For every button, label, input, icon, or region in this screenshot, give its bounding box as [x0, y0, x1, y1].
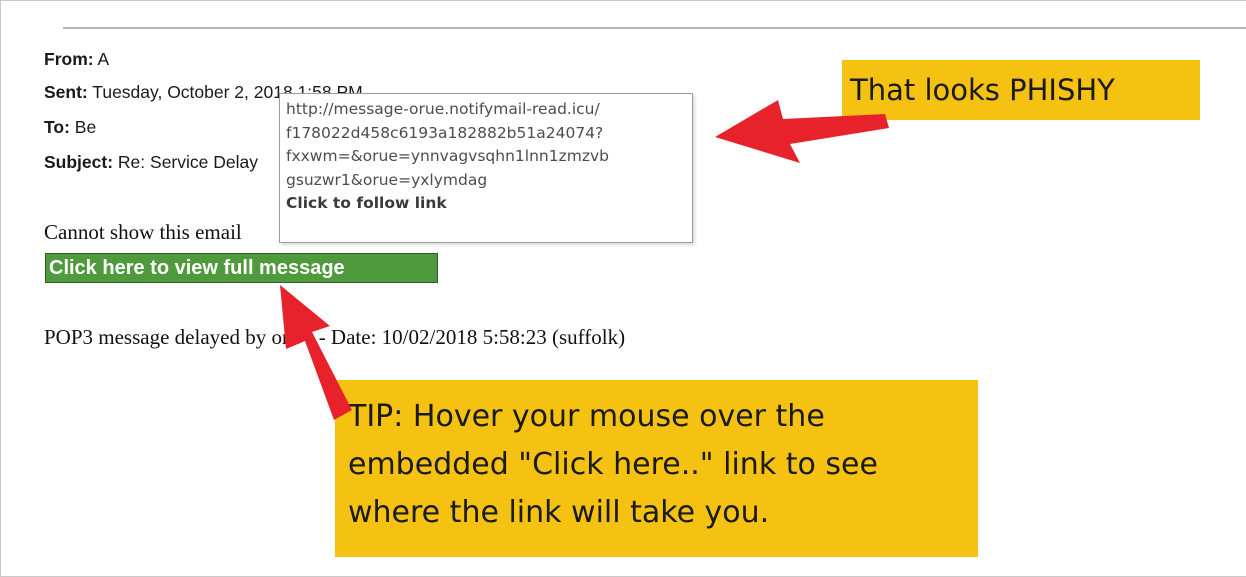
- sent-label: Sent:: [44, 82, 88, 102]
- tip-line: where the link will take you.: [348, 495, 770, 530]
- subject-label: Subject:: [44, 152, 114, 172]
- tip-line: TIP: Hover your mouse over the: [348, 399, 825, 434]
- tooltip-url-line: gsuzwr1&orue=yxlymdag: [286, 170, 488, 189]
- tooltip-follow-link[interactable]: Click to follow link: [286, 192, 686, 216]
- phishy-callout: That looks PHISHY: [842, 60, 1200, 120]
- tooltip-url-line: fxxwm=&orue=ynnvagvsqhn1lnn1zmzvb: [286, 147, 609, 165]
- body-notice: Cannot show this email: [44, 220, 242, 244]
- to-label: To:: [44, 117, 70, 137]
- to-line: To: Be: [44, 115, 96, 139]
- tooltip-url-line: http://message-orue.notifymail-read.icu/: [286, 100, 600, 118]
- tip-callout: TIP: Hover your mouse over the embedded …: [335, 380, 978, 557]
- from-value: A: [97, 49, 110, 69]
- subject-line: Subject: Re: Service Delay: [44, 150, 258, 174]
- tooltip-url-line: f178022d458c6193a182882b51a24074?: [286, 123, 604, 142]
- to-value: Be: [74, 117, 97, 137]
- link-hover-tooltip: http://message-orue.notifymail-read.icu/…: [279, 93, 693, 243]
- header-divider: [63, 27, 1246, 29]
- subject-value: Re: Service Delay: [117, 152, 258, 172]
- from-line: From: A: [44, 47, 109, 71]
- pop3-footer-text: POP3 message delayed by orUe - Date: 10/…: [44, 325, 626, 349]
- view-full-message-link[interactable]: Click here to view full message: [45, 253, 438, 283]
- from-label: From:: [44, 49, 94, 69]
- tip-line: embedded "Click here.." link to see: [348, 447, 878, 482]
